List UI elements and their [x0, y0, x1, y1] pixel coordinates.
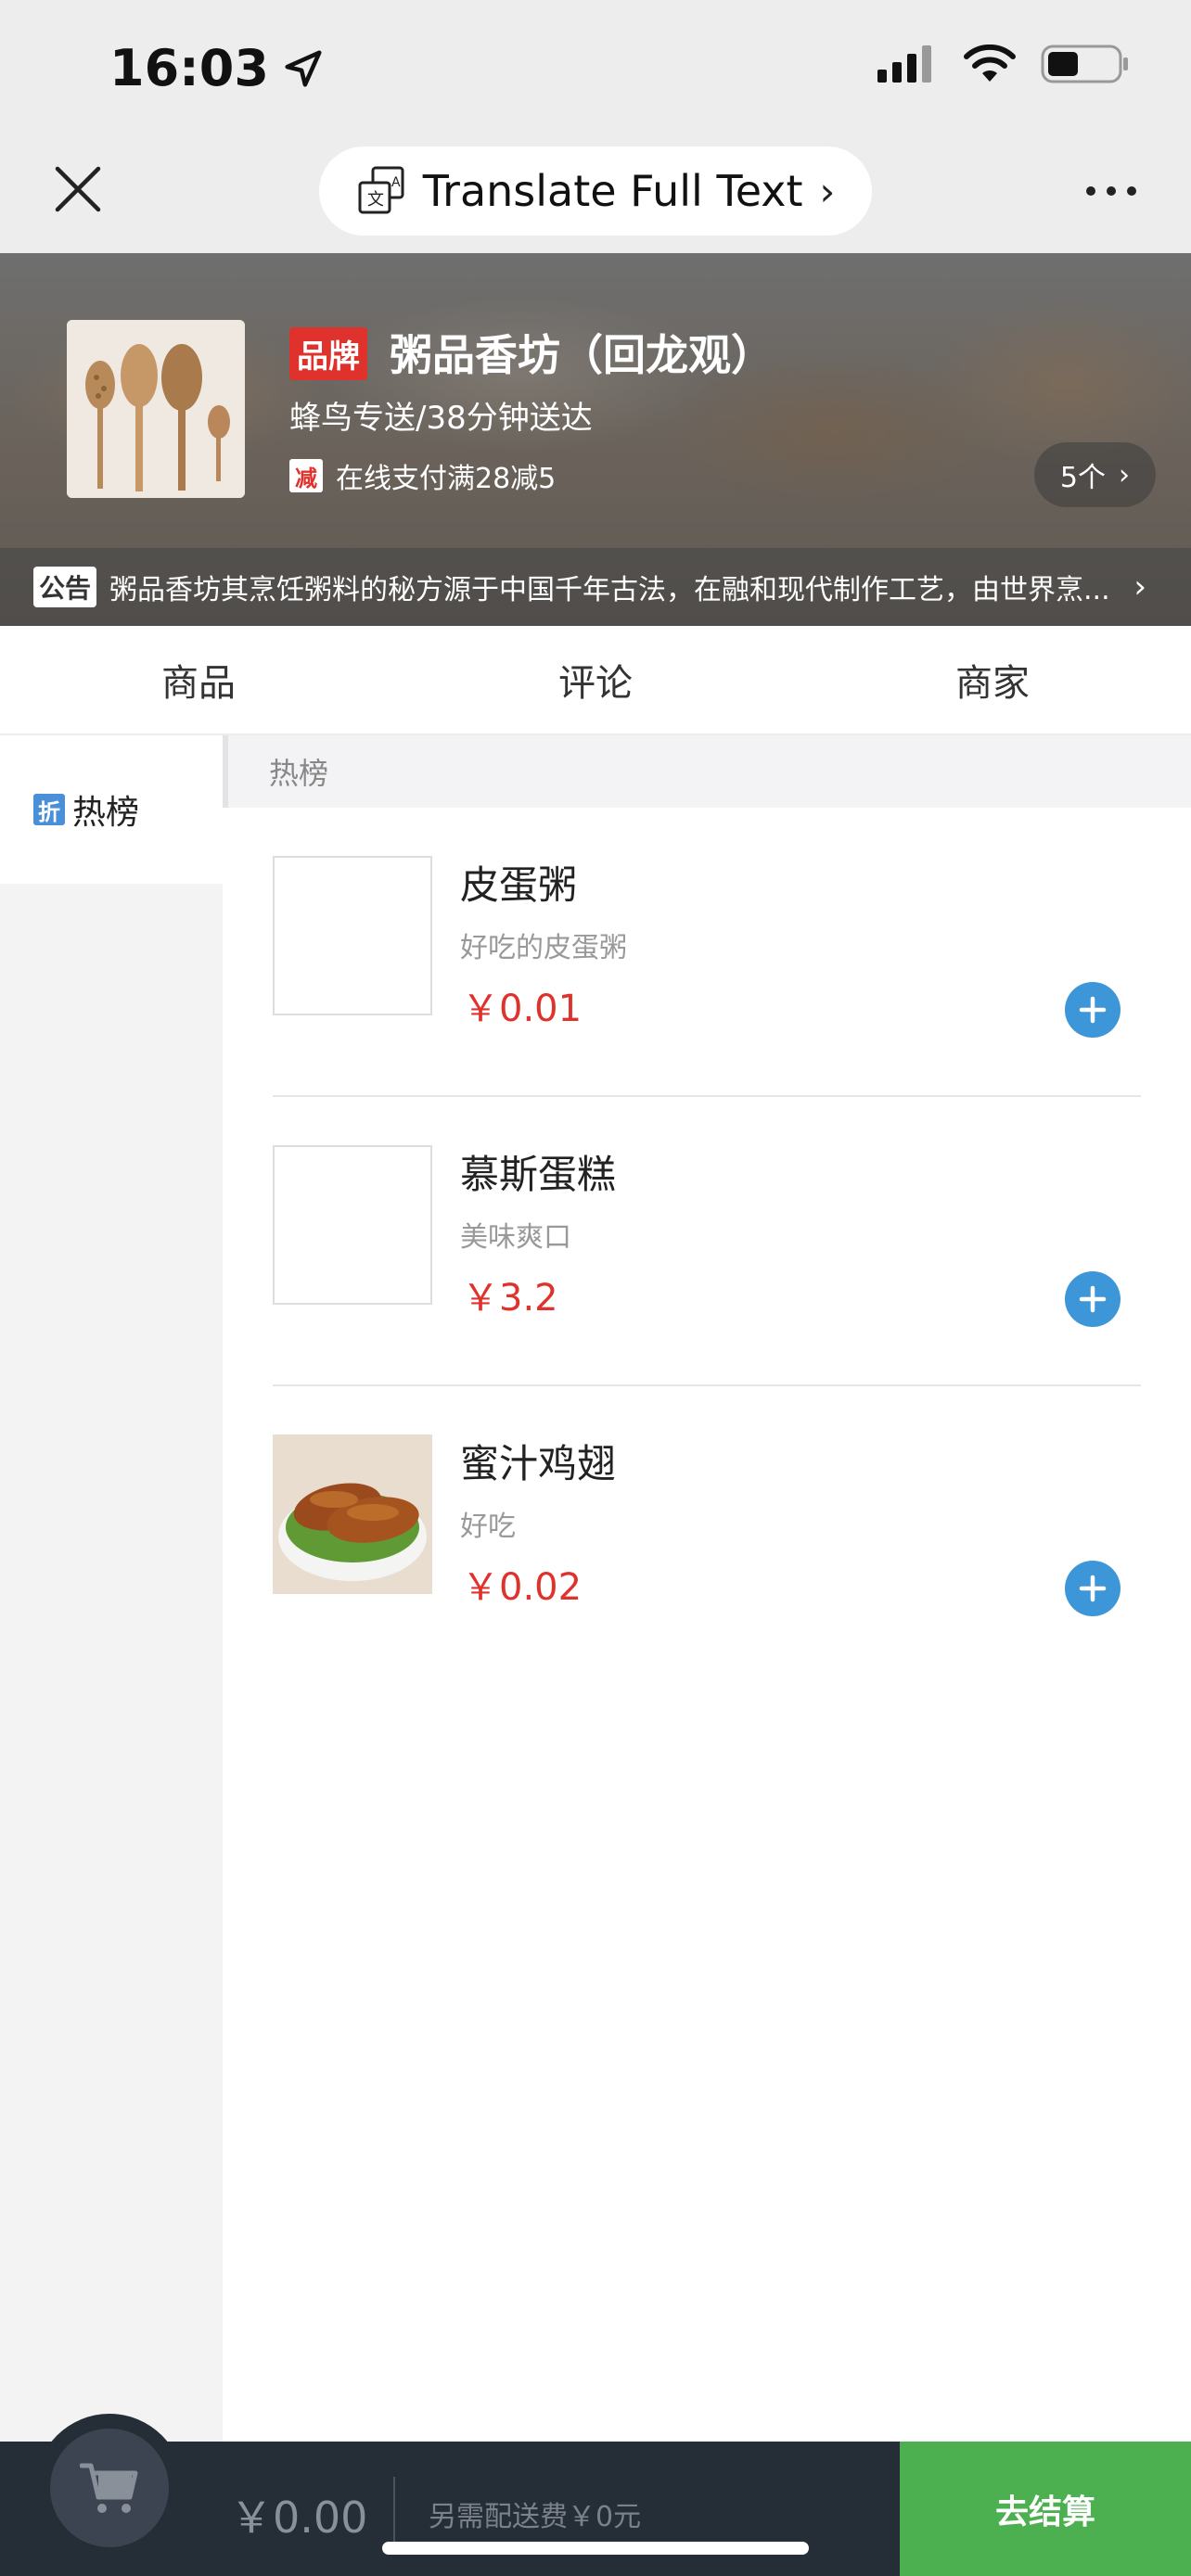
product-name: 蜜汁鸡翅 [460, 1441, 617, 1486]
tab-reviews[interactable]: 评论 [397, 626, 794, 733]
shopping-cart-icon [80, 2463, 138, 2513]
more-options-icon[interactable] [1083, 182, 1139, 200]
product-name: 慕斯蛋糕 [460, 1152, 617, 1197]
product-price: ￥3.2 [462, 1277, 558, 1320]
discount-tag: 折 [33, 794, 65, 825]
cart-bar: ￥0.00 另需配送费￥0元 去结算 [0, 2414, 1191, 2576]
list-item[interactable]: 慕斯蛋糕 美味爽口 ￥3.2 [273, 1097, 1141, 1386]
product-desc: 好吃的皮蛋粥 [460, 932, 627, 964]
sidebar-item-label: 热榜 [72, 794, 140, 832]
notice-tag: 公告 [33, 567, 97, 607]
category-sidebar: 折 热榜 [0, 735, 223, 2442]
location-arrow-icon [285, 49, 322, 87]
chevron-right-icon: › [819, 168, 836, 214]
chevron-right-icon: › [1133, 568, 1146, 606]
divider [393, 2477, 395, 2542]
shop-logo-image [67, 320, 245, 498]
status-indicators [877, 45, 1130, 83]
wifi-icon [964, 45, 1016, 82]
status-time: 16:03 [109, 39, 325, 97]
notice-bar[interactable]: 公告 粥品香坊其烹饪粥料的秘方源于中国千年古法，在融和现代制作工艺，由世界烹..… [0, 548, 1191, 626]
top-bar: 16:03 文 A Translate Full Text › [0, 0, 1191, 253]
translate-full-text-button[interactable]: 文 A Translate Full Text › [319, 147, 872, 236]
close-icon[interactable] [52, 163, 104, 215]
section-title: 热榜 [223, 735, 1191, 808]
delivery-info: 蜂鸟专送/38分钟送达 [289, 400, 593, 437]
shop-header: 品牌 粥品香坊（回龙观） 蜂鸟专送/38分钟送达 减 在线支付满28减5 5个 … [0, 253, 1191, 626]
add-to-cart-button[interactable] [1065, 982, 1121, 1038]
svg-text:A: A [391, 175, 401, 190]
tab-merchant[interactable]: 商家 [794, 626, 1191, 733]
tab-bar: 商品 评论 商家 [0, 626, 1191, 735]
brand-badge: 品牌 [289, 327, 367, 380]
shop-name: 粥品香坊（回龙观） [390, 330, 774, 380]
promo-count-label: 5个 [1059, 462, 1106, 494]
translate-label: Translate Full Text [422, 166, 803, 216]
cart-button[interactable] [35, 2414, 184, 2562]
battery-icon [1041, 45, 1128, 83]
wooden-spoons-image [67, 320, 245, 498]
translate-icon: 文 A [358, 166, 404, 214]
product-list: 热榜 皮蛋粥 好吃的皮蛋粥 ￥0.01 慕斯蛋糕 美味爽口 ￥3.2 蜜汁鸡翅 … [223, 735, 1191, 2442]
svg-text:文: 文 [367, 190, 384, 210]
list-item[interactable]: 蜜汁鸡翅 好吃 ￥0.02 [273, 1386, 1141, 1676]
list-item[interactable]: 皮蛋粥 好吃的皮蛋粥 ￥0.01 [273, 808, 1141, 1097]
sidebar-item-hot[interactable]: 折 热榜 [0, 735, 223, 884]
chevron-right-icon: › [1119, 458, 1130, 491]
delivery-fee: 另需配送费￥0元 [429, 2501, 642, 2533]
plus-icon [1079, 1575, 1107, 1602]
cellular-signal-icon [877, 45, 931, 83]
add-to-cart-button[interactable] [1065, 1271, 1121, 1327]
plus-icon [1079, 1285, 1107, 1313]
discount-tag: 减 [289, 459, 323, 492]
product-name: 皮蛋粥 [460, 862, 578, 908]
home-indicator [382, 2542, 809, 2555]
promo-text: 在线支付满28减5 [336, 463, 557, 495]
product-desc: 美味爽口 [460, 1221, 571, 1254]
product-image [273, 1435, 432, 1594]
product-image [273, 1145, 432, 1305]
notice-text: 粥品香坊其烹饪粥料的秘方源于中国千年古法，在融和现代制作工艺，由世界烹... [109, 574, 1110, 606]
chicken-wings-image [273, 1435, 432, 1594]
promo-count-button[interactable]: 5个 › [1033, 442, 1156, 507]
cart-total: ￥0.00 [230, 2493, 368, 2543]
cart-icon-wrap [50, 2429, 169, 2547]
add-to-cart-button[interactable] [1065, 1561, 1121, 1616]
product-price: ￥0.02 [462, 1566, 583, 1609]
tab-products[interactable]: 商品 [0, 626, 397, 733]
promo-row: 减 在线支付满28减5 [289, 455, 556, 496]
product-desc: 好吃 [460, 1511, 516, 1543]
product-price: ￥0.01 [462, 988, 583, 1030]
status-time-text: 16:03 [109, 39, 269, 97]
checkout-button[interactable]: 去结算 [900, 2442, 1191, 2576]
plus-icon [1079, 996, 1107, 1024]
product-image [273, 856, 432, 1015]
